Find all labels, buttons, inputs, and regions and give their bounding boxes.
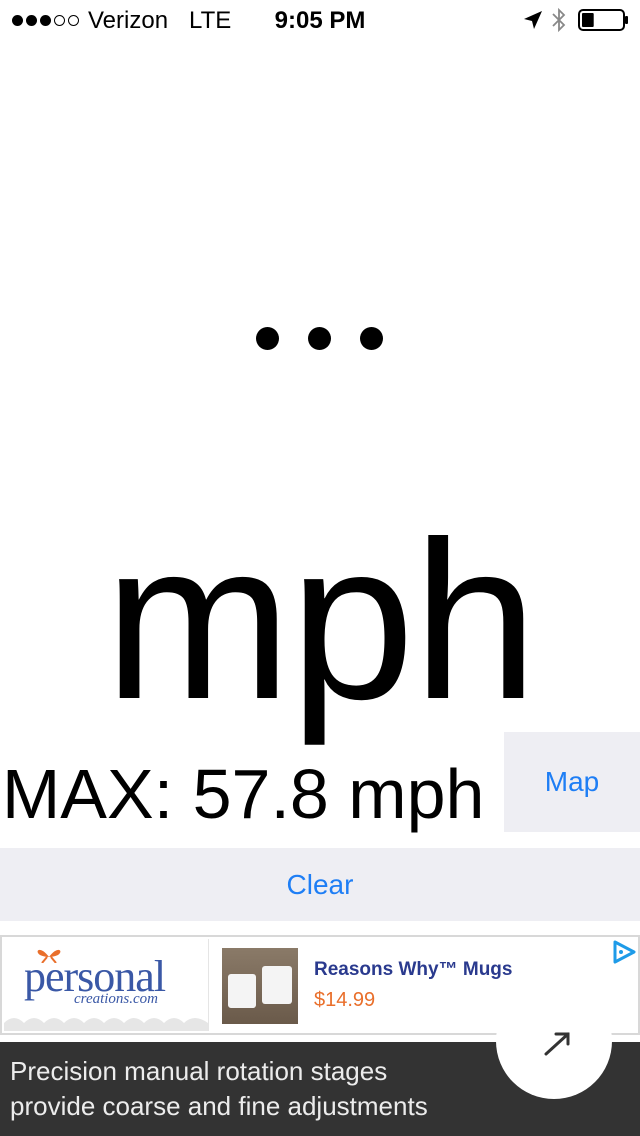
- logo-wave: [4, 1018, 208, 1031]
- ad-title: Reasons Why™ Mugs: [314, 959, 513, 980]
- adchoices-icon[interactable]: [610, 939, 638, 965]
- location-arrow-icon: [524, 11, 542, 29]
- max-speed: MAX: 57.8 mph: [2, 755, 485, 833]
- battery-icon: [578, 9, 628, 31]
- bottom-banner-line2: provide coarse and fine adjustments: [10, 1091, 428, 1121]
- loading-dot: [308, 327, 331, 350]
- bottom-banner-text: Precision manual rotation stages provide…: [10, 1054, 428, 1124]
- map-button[interactable]: Map: [504, 732, 640, 832]
- speed-unit: mph: [104, 494, 538, 746]
- loading-dot: [360, 327, 383, 350]
- clear-button[interactable]: Clear: [0, 848, 640, 921]
- ad-price: $14.99: [314, 989, 376, 1011]
- loading-dot: [256, 327, 279, 350]
- arrow-icon: [544, 1032, 570, 1056]
- bluetooth-icon: [552, 7, 566, 33]
- bottom-banner-line1: Precision manual rotation stages: [10, 1056, 388, 1086]
- loading-indicator: [256, 327, 383, 350]
- brand-logo: personal creations.com: [4, 939, 209, 1031]
- status-bar: Verizon LTE 9:05 PM: [0, 0, 640, 40]
- status-time: 9:05 PM: [274, 7, 366, 34]
- product-image: [222, 948, 298, 1024]
